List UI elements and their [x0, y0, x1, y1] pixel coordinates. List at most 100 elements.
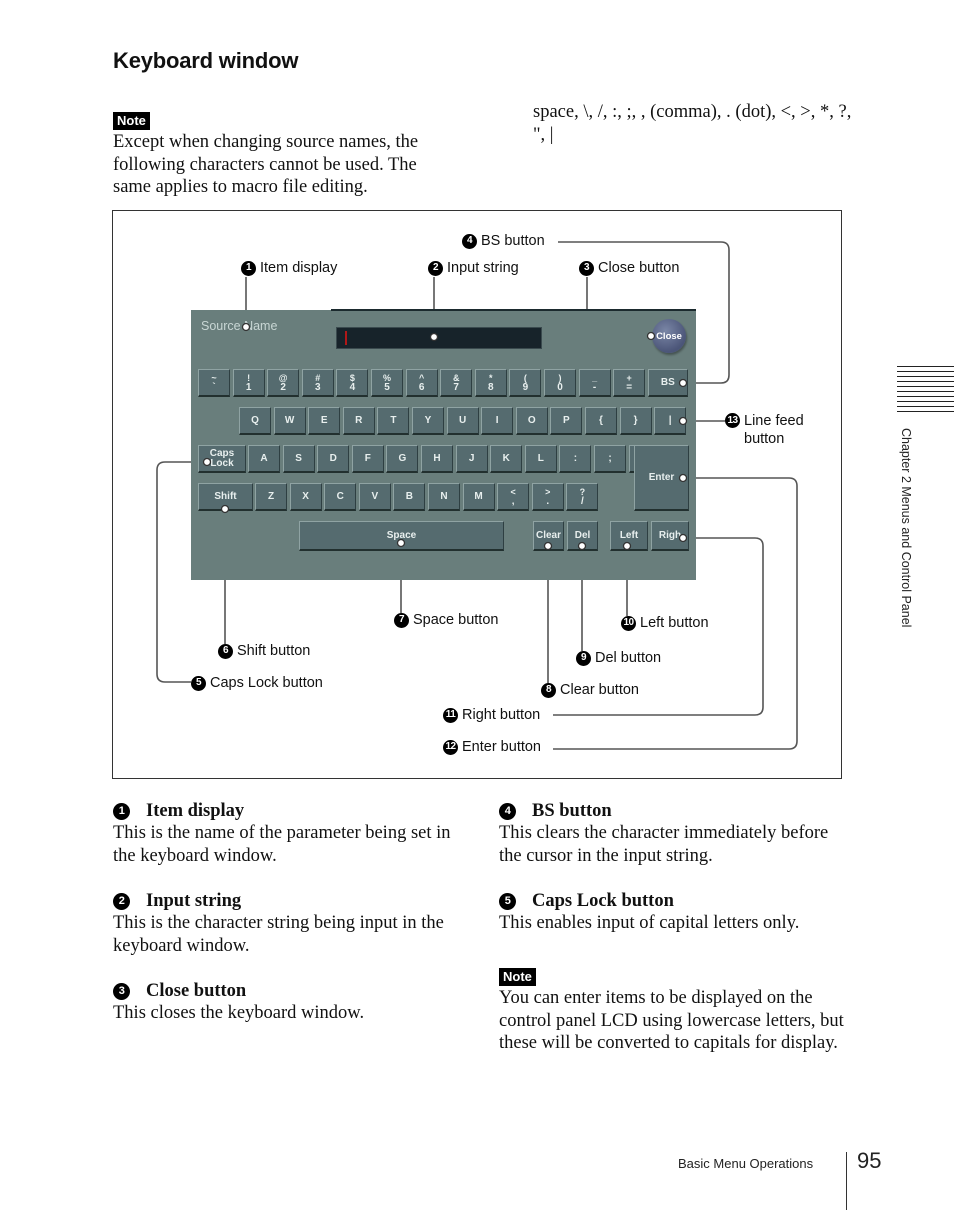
item-display: Source Name: [201, 319, 278, 333]
key[interactable]: * 8: [474, 369, 507, 397]
key-char: ;: [608, 452, 612, 464]
window-top-border: [331, 309, 696, 311]
key[interactable]: C: [324, 483, 357, 511]
input-string-field[interactable]: [336, 327, 542, 349]
key[interactable]: #3: [301, 369, 334, 397]
key[interactable]: N: [428, 483, 460, 511]
key[interactable]: E: [308, 407, 341, 435]
del-button[interactable]: Del: [567, 521, 598, 551]
key[interactable]: ? /: [566, 483, 599, 511]
key-char: 0: [557, 381, 563, 393]
key[interactable]: ! 1: [232, 369, 265, 397]
description-heading: 4 BS button: [499, 800, 844, 822]
clear-button[interactable]: Clear: [533, 521, 564, 551]
key-shift-char: #: [315, 372, 321, 383]
key[interactable]: ;: [594, 445, 626, 473]
key-char: E: [320, 414, 328, 426]
key[interactable]: M: [462, 483, 495, 511]
key-char: O: [527, 414, 536, 426]
key-char: `: [212, 381, 216, 393]
key[interactable]: ^ 6: [405, 369, 438, 397]
callout-label: Caps Lock button: [210, 675, 323, 691]
key[interactable]: G: [386, 445, 419, 473]
shift-button[interactable]: Shift: [198, 483, 253, 511]
note-badge: Note: [499, 968, 536, 986]
close-button[interactable]: Close: [652, 319, 686, 353]
bs-button[interactable]: BS: [647, 369, 688, 397]
key-shift-char: ?: [579, 486, 586, 497]
key[interactable]: >.: [531, 483, 564, 511]
key[interactable]: A: [248, 445, 280, 473]
key[interactable]: H: [421, 445, 453, 473]
key-char: D: [329, 452, 337, 464]
note-block-2: Note You can enter items to be displayed…: [499, 968, 844, 1055]
key-char: Del: [574, 529, 591, 541]
key[interactable]: (9: [509, 369, 542, 397]
description-text: This closes the keyboard window.: [113, 1003, 365, 1023]
key[interactable]: % 5: [371, 369, 403, 397]
caps-lock-button[interactable]: Caps Lock: [198, 445, 246, 473]
footer-divider: [846, 1152, 847, 1210]
description-title: Close button: [146, 981, 247, 1001]
key[interactable]: + =: [613, 369, 646, 397]
key[interactable]: O: [515, 407, 548, 435]
description-text: This clears the character immediately be…: [499, 823, 829, 866]
key[interactable]: B: [393, 483, 426, 511]
key[interactable]: T: [377, 407, 410, 435]
key-char: M: [474, 490, 483, 502]
key[interactable]: Q: [239, 407, 271, 435]
key-char: BS: [660, 376, 675, 388]
key-char: A: [260, 452, 268, 464]
callout-del: 9 Del button: [576, 650, 661, 666]
note-badge: Note: [113, 112, 150, 130]
callout-clear: 8 Clear button: [541, 682, 639, 698]
key-char: Z: [267, 490, 275, 502]
key[interactable]: Z: [255, 483, 287, 511]
keyboard-window: Source Name Close ~ `! 1 @2 #3 $4% 5 ^ 6 & 7 * 8(9) 0…: [191, 309, 696, 580]
key[interactable]: D: [317, 445, 350, 473]
key-char: R: [355, 414, 363, 426]
key[interactable]: K: [490, 445, 523, 473]
key-char: 4: [349, 381, 356, 393]
description-title: Item display: [146, 801, 245, 821]
description-number: 4: [499, 802, 516, 820]
key[interactable]: V: [358, 483, 391, 511]
key[interactable]: F: [351, 445, 384, 473]
key-shift-char: >: [545, 486, 551, 497]
key[interactable]: }: [619, 407, 652, 435]
key[interactable]: ~ `: [198, 369, 230, 397]
callout-number: 12: [443, 739, 458, 755]
callout-label: Enter button: [462, 739, 541, 755]
key[interactable]: & 7: [440, 369, 473, 397]
callout-item-display: 1 Item display: [241, 260, 337, 276]
key[interactable]: J: [455, 445, 488, 473]
key[interactable]: ) 0: [544, 369, 576, 397]
key[interactable]: $4: [336, 369, 369, 397]
key[interactable]: R: [342, 407, 375, 435]
key[interactable]: P: [550, 407, 583, 435]
enter-button[interactable]: Enter: [634, 445, 689, 511]
key[interactable]: _ -: [578, 369, 611, 397]
key-char: Space: [386, 529, 417, 541]
note-text: Except when changing source names, the f…: [113, 132, 419, 197]
key[interactable]: W: [273, 407, 306, 435]
key-shift-char: &: [452, 372, 460, 383]
key[interactable]: {: [585, 407, 617, 435]
key-shift-char: @: [278, 372, 288, 383]
key[interactable]: S: [282, 445, 315, 473]
key[interactable]: |: [654, 407, 687, 435]
key[interactable]: X: [289, 483, 322, 511]
right-button[interactable]: Righ: [651, 521, 689, 551]
key[interactable]: <,: [497, 483, 530, 511]
key-char: /: [581, 495, 584, 507]
left-button[interactable]: Left: [610, 521, 648, 551]
key-char: T: [390, 414, 397, 426]
description-close-button: 3 Close button This closes the keyboard w…: [113, 980, 458, 1025]
key[interactable]: U: [446, 407, 479, 435]
space-button[interactable]: Space: [299, 521, 504, 551]
key[interactable]: I: [481, 407, 514, 435]
key[interactable]: :: [559, 445, 592, 473]
key[interactable]: @2: [267, 369, 300, 397]
key[interactable]: Y: [412, 407, 444, 435]
key[interactable]: L: [524, 445, 557, 473]
